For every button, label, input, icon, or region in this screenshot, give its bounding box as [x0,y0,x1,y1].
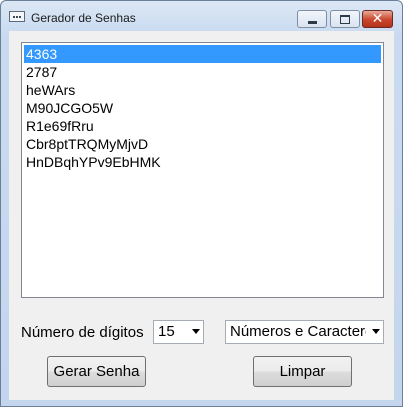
maximize-button[interactable] [330,10,360,28]
close-icon: ✕ [371,11,384,27]
generate-password-button[interactable]: Gerar Senha [47,356,146,387]
list-item[interactable]: Cbr8ptTRQMyMjvD [24,135,381,153]
list-item[interactable]: HnDBqhYPv9EbHMK [24,153,381,171]
app-icon [9,11,25,22]
digits-select[interactable]: 15 [153,320,204,344]
close-button[interactable]: ✕ [362,10,393,28]
clear-button[interactable]: Limpar [253,356,352,387]
digits-value: 15 [158,323,175,340]
password-list[interactable]: 4363 2787 heWArs M90JCGO5W R1e69fRru Cbr… [21,42,384,298]
chevron-down-icon [372,329,380,334]
list-item[interactable]: 2787 [24,63,381,81]
app-window: Gerador de Senhas ✕ 4363 2787 heWArs M90… [0,0,403,407]
maximize-icon [340,14,350,24]
list-item[interactable]: R1e69fRru [24,117,381,135]
window-title: Gerador de Senhas [31,11,136,25]
title-bar[interactable]: Gerador de Senhas ✕ [1,1,402,31]
charset-select[interactable]: Números e Caracteres [225,320,384,344]
minimize-icon [307,20,317,24]
chevron-down-icon [192,329,200,334]
list-item[interactable]: M90JCGO5W [24,99,381,117]
digits-label: Número de dígitos [21,324,144,341]
list-item[interactable]: 4363 [24,45,381,63]
charset-value: Números e Caracteres [230,323,366,340]
client-area: 4363 2787 heWArs M90JCGO5W R1e69fRru Cbr… [9,31,394,400]
list-item[interactable]: heWArs [24,81,381,99]
minimize-button[interactable] [297,10,327,28]
